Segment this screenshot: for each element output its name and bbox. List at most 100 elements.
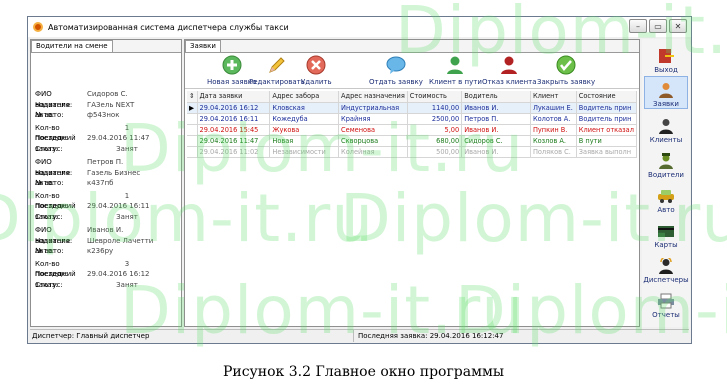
field-value: ГАЗель NEXT — [87, 100, 135, 109]
table-cell: Крайняя — [338, 113, 408, 125]
close-button[interactable]: ✕ — [669, 19, 687, 33]
table-cell: 5,00 — [407, 124, 463, 136]
sidebar-item-person-orange[interactable]: Заявки — [644, 76, 688, 109]
pencil-button[interactable]: Редактировать — [249, 55, 305, 86]
sidebar-label: Карты — [654, 241, 678, 249]
field-label: Статус: — [35, 144, 63, 153]
column-header[interactable]: Дата заявки — [197, 91, 271, 103]
check-icon — [556, 55, 576, 75]
field-label: Последний заказ: — [35, 270, 76, 289]
column-header[interactable]: Стоимость — [407, 91, 463, 103]
table-cell: Лукашин Е. — [530, 102, 577, 114]
driver-field: № авто: к236ру — [35, 246, 179, 257]
user-green-button[interactable]: Клиент в пути — [429, 55, 482, 86]
field-value: Сидоров С. — [87, 90, 128, 98]
driver-field: Статус: Занят — [35, 212, 179, 223]
sidebar-item-driver[interactable]: Водители — [644, 146, 688, 179]
speech-bubble-icon — [386, 55, 406, 75]
table-row[interactable]: ▶ 29.04.2016 16:12 Кловская Индустриальная 1… — [187, 102, 638, 114]
field-value: 1 — [124, 191, 130, 200]
table-cell: Иванов И. — [461, 124, 531, 136]
table-cell: Иванов И. — [461, 102, 531, 114]
field-label: Статус: — [35, 212, 63, 221]
table-cell: 29.04.2016 16:11 — [197, 113, 271, 125]
sidebar-item-printer[interactable]: Отчеты — [644, 286, 688, 319]
field-value: Газель Бизнес — [87, 168, 141, 177]
field-label: ФИО водителя: — [35, 158, 73, 177]
driver-field: Название авто: Шевроле Лачетти — [35, 236, 179, 256]
status-last-order: Последняя заявка: 29.04.2016 16:12:47 — [358, 332, 504, 340]
column-header[interactable]: Клиент — [530, 91, 577, 103]
maximize-button[interactable]: ▭ — [649, 19, 667, 33]
column-header[interactable]: Водитель — [461, 91, 531, 103]
field-value: 3 — [124, 259, 130, 268]
sidebar-item-card[interactable]: Карты — [644, 216, 688, 249]
check-button[interactable]: Закрыть заявку — [537, 55, 595, 86]
field-label: Последний заказ: — [35, 134, 76, 153]
driver-card[interactable]: ФИО водителя: Сидоров С. Название авто: ГАЗ… — [35, 89, 179, 154]
column-header[interactable]: Состояние — [576, 91, 638, 103]
field-value: Занят — [116, 212, 138, 221]
navigation-sidebar: Выход Заявки Клиенты Водители Авто Карты Диспе… — [642, 39, 690, 327]
field-label: Последний заказ: — [35, 202, 76, 221]
sidebar-item-exit[interactable]: Выход — [644, 41, 688, 74]
sidebar-label: Клиенты — [649, 136, 683, 144]
field-label: Название авто: — [35, 100, 71, 120]
field-label: № авто: — [35, 247, 64, 255]
user-red-button[interactable]: Отказ клиента — [482, 55, 537, 86]
sidebar-item-car[interactable]: Авто — [644, 181, 688, 214]
sidebar-item-dispatcher[interactable]: Диспетчеры — [643, 251, 689, 284]
speech-bubble-button[interactable]: Отдать заявку — [369, 55, 423, 86]
field-value: Шевроле Лачетти — [87, 236, 154, 245]
column-header[interactable]: Адрес назначения — [338, 91, 408, 103]
printer-icon — [657, 293, 675, 309]
figure-caption: Рисунок 3.2 Главное окно программы — [222, 364, 505, 380]
driver-field: № авто: к437пб — [35, 178, 179, 189]
table-cell: Пупкин В. — [530, 124, 577, 136]
row-indicator — [187, 124, 198, 136]
toolbar-label: Отдать заявку — [369, 78, 423, 86]
table-row[interactable]: 29.04.2016 11:02 Независимости Колейная 500… — [187, 146, 638, 158]
sidebar-label: Диспетчеры — [643, 276, 689, 284]
status-bar: Диспетчер: Главный диспетчер Последняя з… — [30, 329, 689, 342]
window-title: Автоматизированная система диспетчера сл… — [48, 22, 289, 32]
table-row[interactable]: 29.04.2016 15:45 Жукова Семенова 5,00 Иванов… — [187, 124, 638, 136]
drivers-panel: Водители на смене ФИО водителя: Сидоров С… — [30, 39, 182, 327]
table-cell: 680,00 — [407, 135, 463, 147]
delete-button[interactable]: Удалить — [301, 55, 332, 86]
field-label: № авто: — [35, 111, 64, 119]
column-header[interactable]: ⇕ — [187, 91, 198, 103]
table-body: ▶ 29.04.2016 16:12 Кловская Индустриальная 1… — [187, 102, 638, 158]
toolbar-label: Редактировать — [249, 78, 305, 86]
field-value: Иванов И. — [87, 226, 124, 234]
table-cell: 29.04.2016 11:02 — [197, 146, 271, 158]
column-header[interactable]: Адрес забора — [269, 91, 340, 103]
driver-card[interactable]: ФИО водителя: Иванов И. Название авто: Шевр… — [35, 225, 179, 290]
table-row[interactable]: 29.04.2016 11:47 Новая Скворцова 680,00 Сидо… — [187, 135, 638, 147]
status-dispatcher: Диспетчер: Главный диспетчер — [30, 330, 354, 342]
row-indicator — [187, 146, 198, 158]
table-cell: Колейная — [338, 146, 408, 158]
driver-field: ФИО водителя: Иванов И. — [35, 225, 179, 245]
row-indicator: ▶ — [187, 102, 198, 114]
table-cell: Сидоров С. — [461, 135, 531, 147]
driver-card[interactable]: ФИО водителя: Петров П. Название авто: Газе… — [35, 157, 179, 222]
minimize-button[interactable]: – — [629, 19, 647, 33]
field-label: Кол-во поездок: — [35, 191, 68, 211]
table-cell: Водитель прин — [576, 113, 638, 125]
tab-drivers-on-shift[interactable]: Водители на смене — [31, 40, 113, 52]
table-cell: Жукова — [269, 124, 340, 136]
table-cell: Скворцова — [338, 135, 408, 147]
orders-panel: Заявки Новая заявка Редактировать Удалить О… — [184, 39, 640, 327]
maximize-icon: ▭ — [654, 21, 662, 31]
table-row[interactable]: 29.04.2016 16:11 Кожедуба Крайняя 2500,00 Пе… — [187, 113, 638, 125]
sidebar-item-person-dark[interactable]: Клиенты — [644, 111, 688, 144]
driver-icon — [657, 153, 675, 169]
plus-icon — [222, 55, 242, 75]
driver-field: Последний заказ: 29.04.2016 16:12 — [35, 269, 179, 289]
title-bar: Автоматизированная система диспетчера сл… — [28, 17, 691, 37]
field-value: Занят — [116, 144, 138, 153]
orders-content: Новая заявка Редактировать Удалить Отдать з… — [185, 52, 639, 326]
tab-orders[interactable]: Заявки — [185, 40, 221, 52]
field-value: к236ру — [87, 247, 114, 255]
